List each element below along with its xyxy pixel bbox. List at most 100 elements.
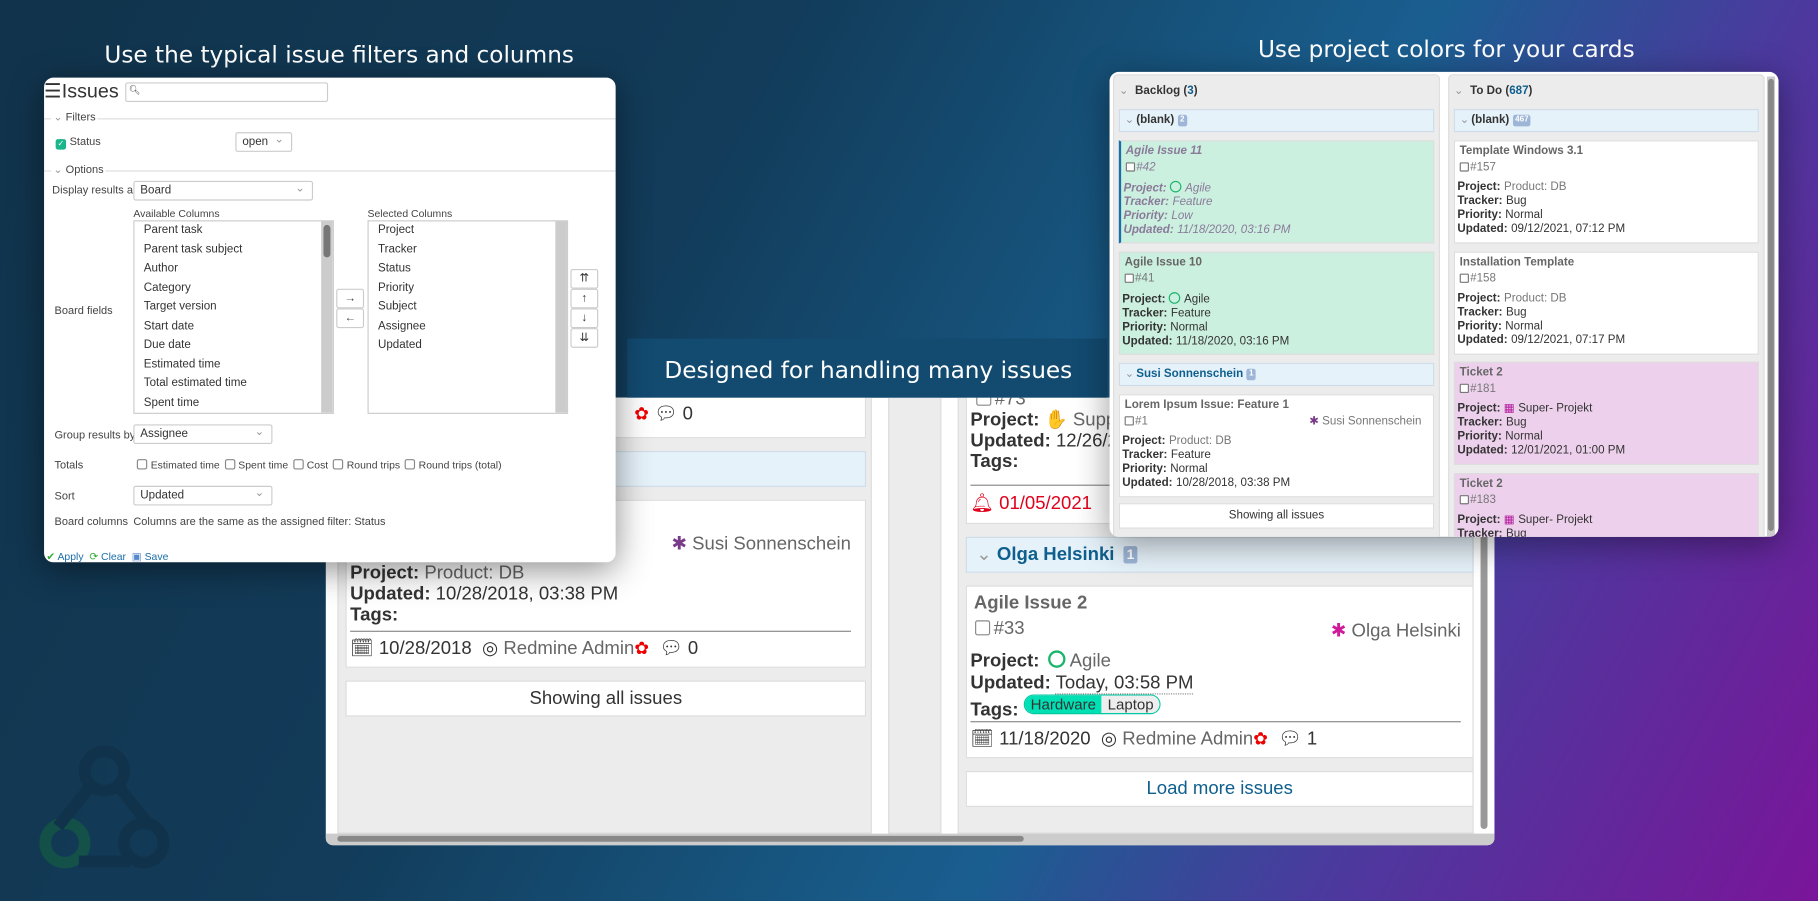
available-column-option[interactable]: Parent task subject xyxy=(134,241,332,260)
assignee[interactable]: Susi Sonnenschein xyxy=(692,534,851,554)
issue-title[interactable]: Ticket 2 xyxy=(1457,366,1755,380)
column-header[interactable]: ⌄ To Do (687) xyxy=(1449,85,1763,98)
move-up-button[interactable]: ↑ xyxy=(570,288,599,309)
issue-checkbox[interactable] xyxy=(1124,416,1134,426)
move-left-button[interactable]: ← xyxy=(336,308,365,329)
selected-column-option[interactable]: Status xyxy=(369,260,567,279)
available-columns-list[interactable]: Parent task Parent task subject Author Cate… xyxy=(133,220,334,414)
issue-number[interactable]: #1 xyxy=(1135,415,1148,428)
display-select[interactable]: Board xyxy=(133,180,314,201)
selected-column-option[interactable]: Updated xyxy=(369,336,567,355)
project-value[interactable]: Super- Projekt xyxy=(1518,514,1592,527)
issue-card[interactable]: Ticket 2 #183 Project: ▦ Super- Projekt Trac… xyxy=(1453,473,1759,537)
project-value[interactable]: Agile xyxy=(1185,182,1211,195)
total-option[interactable]: Round trips (total) xyxy=(404,459,502,471)
status-operator-select[interactable]: open xyxy=(235,132,293,152)
available-column-option[interactable]: Spent time xyxy=(134,394,332,413)
issue-title[interactable]: Template Windows 3.1 xyxy=(1457,145,1755,159)
total-checkbox[interactable] xyxy=(332,459,344,470)
selected-column-option[interactable]: Priority xyxy=(369,279,567,298)
total-checkbox[interactable] xyxy=(292,459,304,470)
assignee[interactable]: Olga Helsinki xyxy=(1352,621,1461,641)
available-column-option[interactable]: Estimated time xyxy=(134,355,332,374)
issue-checkbox[interactable] xyxy=(1125,162,1136,172)
move-right-button[interactable]: → xyxy=(336,288,365,309)
issue-title[interactable]: Lorem Ipsum Issue: Feature 1 xyxy=(1122,399,1430,413)
assignee[interactable]: ✱ Susi Sonnenschein xyxy=(1309,415,1421,429)
group-header[interactable]: ⌄ Susi Sonnenschein 1 xyxy=(1118,362,1435,387)
issue-title[interactable]: Agile Issue 2 xyxy=(974,594,1087,615)
selected-column-option[interactable]: Subject xyxy=(369,298,567,317)
save-link[interactable]: Save xyxy=(145,551,169,563)
chevron-down-icon[interactable]: ⌄ xyxy=(976,545,992,565)
move-top-button[interactable]: ⇈ xyxy=(570,268,599,289)
total-option[interactable]: Round trips xyxy=(332,459,400,471)
options-legend[interactable]: ⌄ Options xyxy=(51,163,106,177)
selected-column-option[interactable]: Project xyxy=(369,221,567,240)
issue-number[interactable]: #33 xyxy=(994,619,1025,639)
total-option[interactable]: Spent time xyxy=(224,459,288,471)
filters-legend[interactable]: ⌄ Filters xyxy=(51,111,98,125)
issue-card[interactable]: Ticket 2 #181 Project: ▦ Super- Projekt Trac… xyxy=(1453,361,1759,465)
selected-column-option[interactable]: Tracker xyxy=(369,241,567,260)
group-header-olga[interactable]: ⌄ Olga Helsinki 1 xyxy=(965,536,1474,573)
selected-columns-list[interactable]: Project Tracker Status Priority Subject Assig… xyxy=(367,220,569,414)
issue-card[interactable]: Template Windows 3.1 #157 Project: Product:… xyxy=(1453,140,1759,244)
project-value[interactable]: Product: DB xyxy=(1504,181,1567,194)
issue-card[interactable]: Lorem Ipsum Issue: Feature 1 #1 ✱ Susi Son… xyxy=(1118,394,1435,498)
project-value[interactable]: Product: DB xyxy=(424,563,524,583)
issue-card[interactable]: Installation Template #158 Project: Product… xyxy=(1453,251,1759,355)
available-column-option[interactable]: Total estimated time xyxy=(134,374,332,393)
author[interactable]: Redmine Admin xyxy=(1122,729,1253,749)
move-down-button[interactable]: ↓ xyxy=(570,308,599,329)
column-header[interactable]: ⌄ Backlog (3) xyxy=(1114,85,1439,98)
available-column-option[interactable]: Author xyxy=(134,260,332,279)
sort-select[interactable]: Updated xyxy=(133,485,273,506)
showing-all-issues-button[interactable]: Showing all issues xyxy=(1118,503,1435,529)
horizontal-scrollbar[interactable] xyxy=(337,835,1024,842)
author[interactable]: Redmine Admin xyxy=(503,639,634,659)
available-column-option[interactable]: Due date xyxy=(134,336,332,355)
issue-checkbox[interactable] xyxy=(975,620,991,636)
scrollbar[interactable] xyxy=(555,221,567,413)
issue-card[interactable]: Agile Issue 10 #41 Project: Agile Tracker: Fe… xyxy=(1118,251,1435,355)
move-bottom-button[interactable]: ⇊ xyxy=(570,328,599,348)
issue-checkbox[interactable] xyxy=(976,397,992,406)
tag[interactable]: Laptop xyxy=(1101,695,1160,714)
project-value[interactable]: Agile xyxy=(1184,293,1210,306)
search-input[interactable] xyxy=(125,82,329,103)
total-checkbox[interactable] xyxy=(224,459,235,470)
selected-column-option[interactable]: Assignee xyxy=(369,317,567,336)
total-option[interactable]: Estimated time xyxy=(136,459,220,471)
available-column-option[interactable]: Category xyxy=(134,279,332,298)
project-value[interactable]: Agile xyxy=(1070,652,1111,672)
issue-title[interactable]: Agile Issue 10 xyxy=(1122,256,1430,270)
vertical-scrollbar[interactable] xyxy=(1768,78,1774,532)
available-column-option[interactable]: Parent task xyxy=(134,221,332,240)
group-by-select[interactable]: Assignee xyxy=(133,424,273,445)
issue-number[interactable]: #183 xyxy=(1470,494,1496,507)
issue-title[interactable]: Agile Issue 11 xyxy=(1123,145,1430,159)
project-value[interactable]: Product: DB xyxy=(1504,292,1567,305)
group-header[interactable]: ⌄ (blank) 467 xyxy=(1453,108,1759,133)
issue-title[interactable]: Ticket 2 xyxy=(1457,478,1755,492)
scrollbar[interactable] xyxy=(321,221,333,413)
status-checkbox[interactable]: ✓ xyxy=(55,139,67,150)
issue-card[interactable]: Agile Issue 2 #33 ✱ Olga Helsinki Projec… xyxy=(965,585,1474,759)
issue-number[interactable]: #42 xyxy=(1136,161,1155,174)
total-checkbox[interactable] xyxy=(136,459,148,470)
available-column-option[interactable]: Target version xyxy=(134,298,332,317)
issue-number[interactable]: #158 xyxy=(1470,272,1496,285)
project-value[interactable]: Super- Projekt xyxy=(1518,402,1592,415)
available-column-option[interactable]: Start date xyxy=(134,317,332,336)
issue-title[interactable]: Installation Template xyxy=(1457,256,1755,270)
clear-link[interactable]: Clear xyxy=(101,551,126,563)
load-more-issues-button[interactable]: Load more issues xyxy=(965,771,1474,807)
issue-number[interactable]: #181 xyxy=(1470,383,1496,396)
tag[interactable]: Hardware xyxy=(1024,695,1102,714)
project-value[interactable]: Product: DB xyxy=(1169,435,1232,448)
issue-checkbox[interactable] xyxy=(1459,273,1469,283)
issue-card[interactable]: Agile Issue 11 #42 Project: Agile Tracker: Fe… xyxy=(1118,140,1435,244)
issue-number[interactable]: #73 xyxy=(995,398,1026,410)
issue-number[interactable]: #41 xyxy=(1135,272,1154,285)
